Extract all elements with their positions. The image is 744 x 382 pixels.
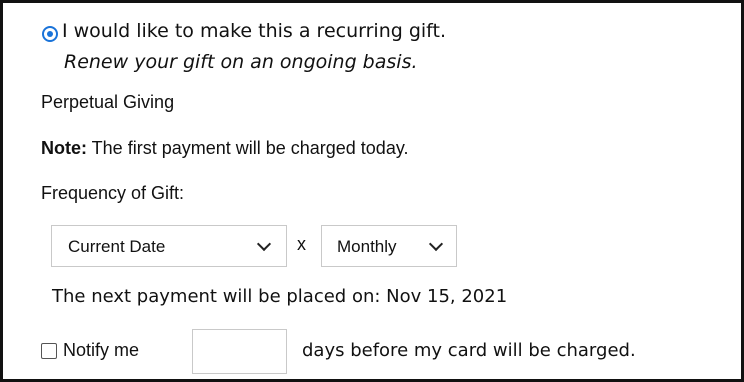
recurring-gift-label[interactable]: I would like to make this a recurring gi… xyxy=(62,20,446,42)
start-date-select-value: Current Date xyxy=(68,237,166,256)
notify-checkbox[interactable] xyxy=(41,343,57,359)
interval-select-value: Monthly xyxy=(337,237,397,256)
payment-note: Note: The first payment will be charged … xyxy=(41,138,409,159)
frequency-label: Frequency of Gift: xyxy=(41,183,185,203)
interval-select[interactable]: Monthly xyxy=(321,225,457,267)
frequency-separator: x xyxy=(297,234,306,254)
program-name: Perpetual Giving xyxy=(41,92,175,112)
recurring-gift-sublabel: Renew your gift on an ongoing basis. xyxy=(64,51,418,73)
notify-suffix-text: days before my card will be charged. xyxy=(302,340,636,361)
radio-selected-dot xyxy=(47,31,53,37)
notify-label[interactable]: Notify me xyxy=(63,340,139,361)
recurring-gift-radio[interactable] xyxy=(42,26,58,42)
start-date-select[interactable]: Current Date xyxy=(51,225,287,267)
note-bold-label: Note: xyxy=(41,138,87,158)
chevron-down-icon xyxy=(256,236,272,252)
notify-days-input[interactable] xyxy=(192,329,287,374)
note-text: The first payment will be charged today. xyxy=(87,138,409,158)
next-payment-text: The next payment will be placed on: Nov … xyxy=(52,286,508,307)
chevron-down-icon xyxy=(428,236,444,252)
